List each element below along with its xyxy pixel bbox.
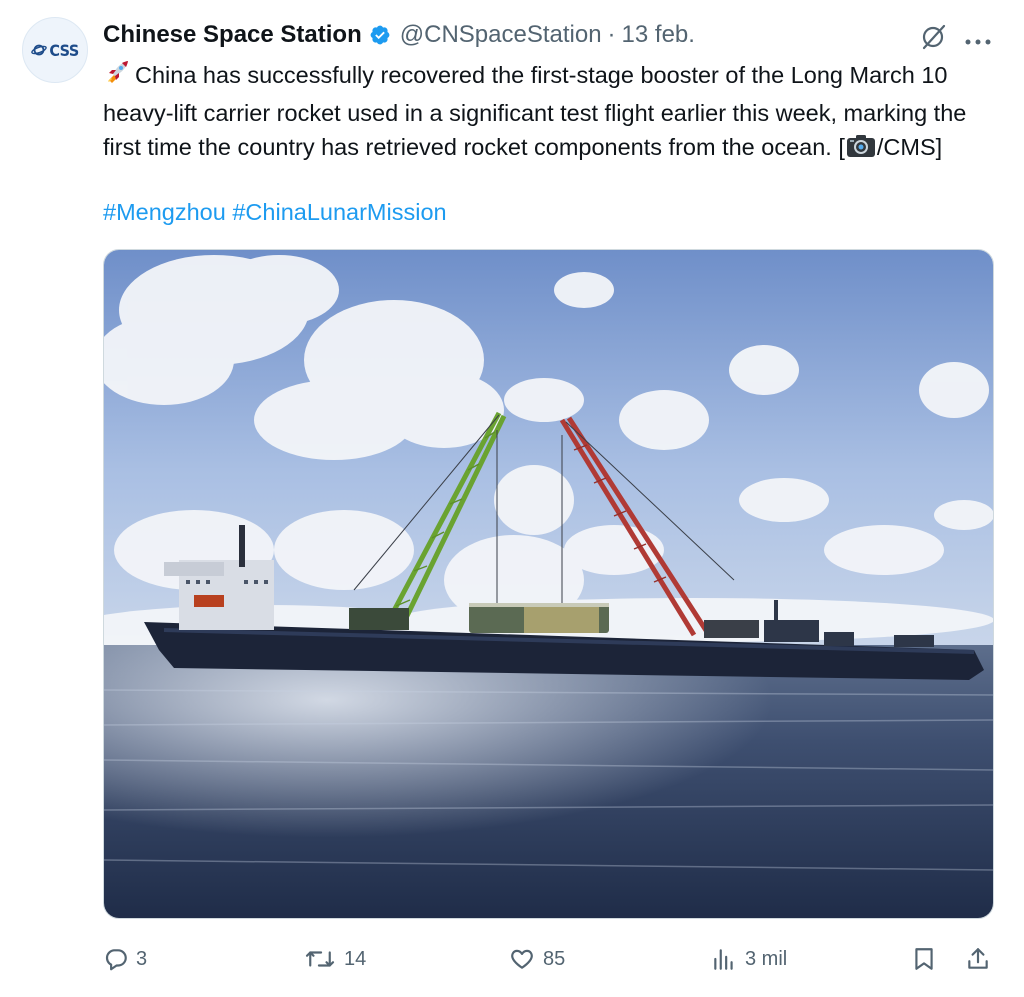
tweet-header: Chinese Space Station @CNSpaceStation · … [103, 19, 695, 51]
grok-icon[interactable] [918, 22, 948, 57]
avatar[interactable]: CSS [22, 17, 88, 83]
hashtag-link[interactable]: #Mengzhou [103, 199, 226, 225]
verified-badge-icon[interactable] [369, 24, 391, 46]
heart-icon [511, 949, 533, 969]
hashtags: #Mengzhou #ChinaLunarMission [103, 195, 447, 229]
hashtag-link[interactable]: #ChinaLunarMission [232, 199, 446, 225]
repost-button[interactable]: 14 [303, 938, 366, 980]
bookmark-icon [915, 948, 933, 970]
camera-emoji-icon [846, 133, 876, 169]
photo-crane-ship-at-sea [104, 250, 993, 918]
repost-icon [305, 951, 335, 967]
like-count: 85 [543, 947, 566, 970]
planet-logo-icon [31, 44, 48, 56]
reply-count: 3 [136, 947, 148, 970]
tweet-text-credit: /CMS] [876, 134, 943, 160]
tweet-media-photo[interactable] [103, 249, 994, 919]
tweet-text: China has successfully recovered the fir… [103, 58, 983, 169]
tweet-date[interactable]: 13 feb. [622, 21, 695, 49]
more-icon[interactable] [964, 33, 992, 51]
share-button[interactable] [965, 938, 991, 980]
views-button[interactable]: 3 mil [710, 938, 787, 980]
views-count: 3 mil [745, 947, 788, 970]
author-name[interactable]: Chinese Space Station [103, 21, 362, 49]
like-button[interactable]: 85 [508, 938, 565, 980]
share-icon [968, 948, 988, 969]
reply-button[interactable]: 3 [103, 938, 147, 980]
avatar-text: CSS [49, 40, 79, 60]
reply-icon [105, 949, 127, 971]
views-chart-icon [714, 949, 733, 970]
repost-count: 14 [344, 947, 367, 970]
author-handle[interactable]: @CNSpaceStation [400, 21, 602, 49]
tweet-text-main: China has successfully recovered the fir… [103, 62, 967, 160]
action-bar: 3 14 85 3 mil [103, 938, 994, 980]
separator-dot: · [607, 21, 616, 48]
bookmark-button[interactable] [911, 938, 937, 980]
rocket-emoji-icon [103, 58, 131, 96]
